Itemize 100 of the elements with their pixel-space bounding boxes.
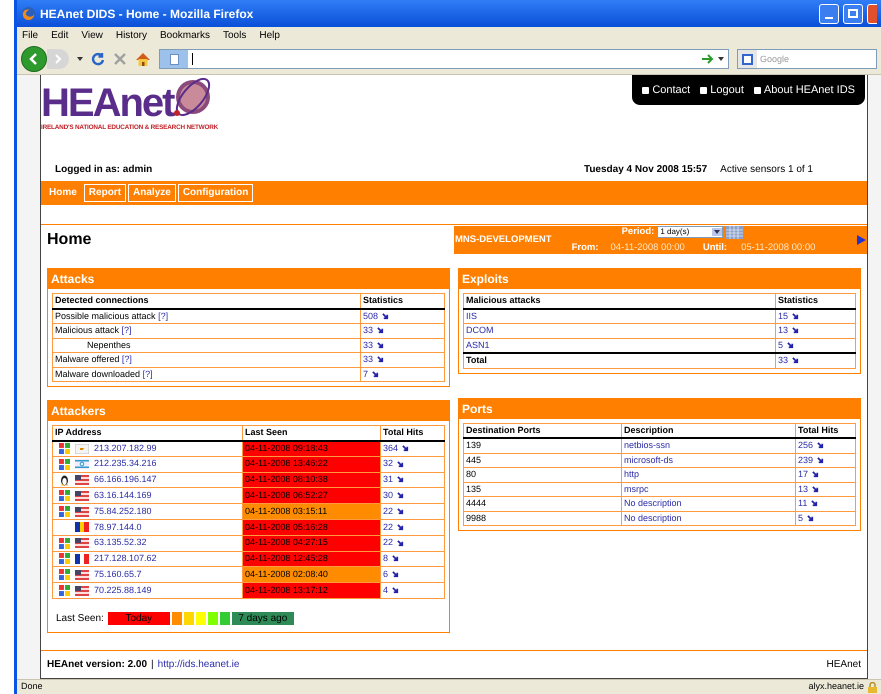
bullet-icon — [754, 86, 761, 94]
arrow-icon — [812, 471, 820, 478]
statistic-link[interactable]: 4 — [383, 584, 400, 598]
arrow-icon — [382, 312, 390, 320]
menu-item[interactable]: Help — [259, 28, 280, 43]
arrow-icon — [792, 327, 800, 334]
top-link[interactable]: About HEAnet IDS — [754, 82, 855, 98]
menu-item[interactable]: Edit — [51, 28, 68, 43]
address-field[interactable] — [159, 49, 729, 69]
table-cell: Possible malicious attack [?] — [52, 308, 360, 324]
exploit-link[interactable]: IIS — [466, 310, 478, 320]
port-description-link[interactable]: No description — [624, 512, 682, 522]
home-icon[interactable] — [135, 52, 151, 66]
port-description-link[interactable]: msrpc — [624, 484, 648, 494]
help-link[interactable]: [?] — [158, 310, 168, 320]
arrow-icon — [792, 312, 800, 320]
statistic-link[interactable]: 6 — [383, 568, 400, 582]
statistic-link[interactable]: 33 — [363, 324, 384, 338]
statistic-link[interactable]: 33 — [363, 338, 384, 352]
table-cell: 80 — [464, 468, 622, 482]
from-date: 04-11-2008 00:00 — [610, 240, 685, 254]
statistic-link[interactable]: 8 — [383, 552, 400, 566]
site-icon — [160, 50, 188, 68]
menu-item[interactable]: Tools — [223, 28, 246, 43]
column-header: Destination Ports — [464, 423, 622, 438]
exploit-link[interactable]: DCOM — [466, 325, 494, 335]
statistic-link[interactable]: 22 — [383, 520, 404, 534]
table-cell: Malicious attack [?] — [52, 324, 360, 338]
statistic-link[interactable]: 15 — [778, 310, 800, 323]
menu-item[interactable]: History — [116, 28, 147, 43]
calendar-icon[interactable] — [726, 226, 744, 239]
table-cell: Total — [464, 353, 776, 368]
caret-icon[interactable] — [718, 57, 724, 61]
panel-title: Exploits — [459, 269, 860, 289]
panel-title: Attacks — [48, 269, 449, 289]
footer-link[interactable]: http://ids.heanet.ie — [158, 657, 827, 672]
windows-logo-icon — [59, 490, 70, 502]
column-header: Total Hits — [380, 426, 444, 440]
port-description-link[interactable]: microsoft-ds — [624, 454, 674, 464]
window-title: HEAnet DIDS - Home - Mozilla Firefox — [40, 6, 254, 22]
statistic-link[interactable]: 13 — [798, 482, 820, 496]
statistic-link[interactable]: 5 — [798, 512, 814, 525]
statistic-link[interactable]: 13 — [778, 324, 800, 338]
port-description-link[interactable]: http — [624, 469, 640, 479]
statistic-link[interactable]: 364 — [383, 442, 410, 456]
help-link[interactable]: [?] — [122, 354, 132, 364]
penguin-icon — [59, 474, 70, 486]
close-button[interactable] — [867, 4, 877, 24]
statistic-link[interactable]: 256 — [798, 439, 824, 452]
go-arrow-icon[interactable] — [702, 54, 714, 64]
arrow-icon — [397, 508, 404, 516]
statistic-link[interactable]: 17 — [798, 468, 820, 482]
statistic-link[interactable]: 30 — [383, 489, 404, 503]
minimize-button[interactable] — [819, 4, 839, 24]
port-description-link[interactable]: netbios-ssn — [624, 440, 670, 450]
menu-item[interactable]: View — [81, 28, 103, 43]
arrow-icon — [811, 500, 818, 508]
bullet-icon — [700, 86, 708, 94]
top-link[interactable]: Contact — [642, 82, 690, 98]
period-select[interactable]: 1 day(s) — [657, 226, 724, 238]
table-cell: 04-11-2008 12:45:28 — [242, 551, 380, 567]
table-cell: 04-11-2008 13:46:22 — [242, 456, 380, 472]
stop-icon[interactable] — [113, 52, 127, 66]
statistic-link[interactable]: 239 — [798, 454, 824, 467]
port-description-link[interactable]: No description — [624, 498, 682, 508]
table-cell: Nepenthes — [52, 338, 360, 352]
statistic-link[interactable]: 22 — [383, 504, 404, 518]
column-header: Statistics — [776, 294, 856, 308]
statistic-link[interactable]: 7 — [363, 368, 380, 381]
table-cell: Malware offered [?] — [52, 352, 360, 367]
legend-swatch-label: Today — [108, 612, 170, 625]
statistic-link[interactable]: 22 — [383, 536, 404, 550]
statistic-link[interactable]: 33 — [363, 353, 384, 366]
statistic-link[interactable]: 31 — [383, 473, 404, 487]
windows-logo-icon — [59, 569, 70, 580]
statistic-link[interactable]: 11 — [798, 497, 818, 510]
table-cell: 04-11-2008 13:17:12 — [242, 582, 380, 598]
column-header: Statistics — [360, 294, 444, 308]
back-button[interactable] — [21, 46, 47, 72]
sensor-name: MNS-DEVELOPMENT — [454, 232, 552, 247]
top-link[interactable]: Logout — [700, 82, 744, 98]
help-link[interactable]: [?] — [142, 368, 153, 378]
help-link[interactable]: [?] — [122, 325, 132, 335]
maximize-button[interactable] — [843, 4, 863, 24]
exploit-link[interactable]: ASN1 — [466, 340, 490, 350]
flag-icon — [75, 586, 89, 596]
play-icon[interactable] — [857, 235, 866, 245]
statistic-link[interactable]: 32 — [383, 457, 404, 471]
statistic-link[interactable]: 5 — [778, 338, 794, 352]
reload-icon[interactable] — [91, 52, 105, 66]
statistic-link[interactable]: 508 — [363, 310, 390, 323]
menu-item[interactable]: Bookmarks — [160, 28, 210, 43]
arrow-icon — [397, 460, 404, 468]
column-header: Detected connections — [52, 294, 360, 308]
status-host: alyx.heanet.ie — [808, 680, 864, 694]
flag-icon — [75, 570, 89, 580]
caret-icon[interactable] — [77, 57, 83, 61]
menu-item[interactable]: File — [22, 28, 38, 43]
statistic-link[interactable]: 33 — [778, 354, 800, 368]
flag-icon — [75, 444, 89, 454]
